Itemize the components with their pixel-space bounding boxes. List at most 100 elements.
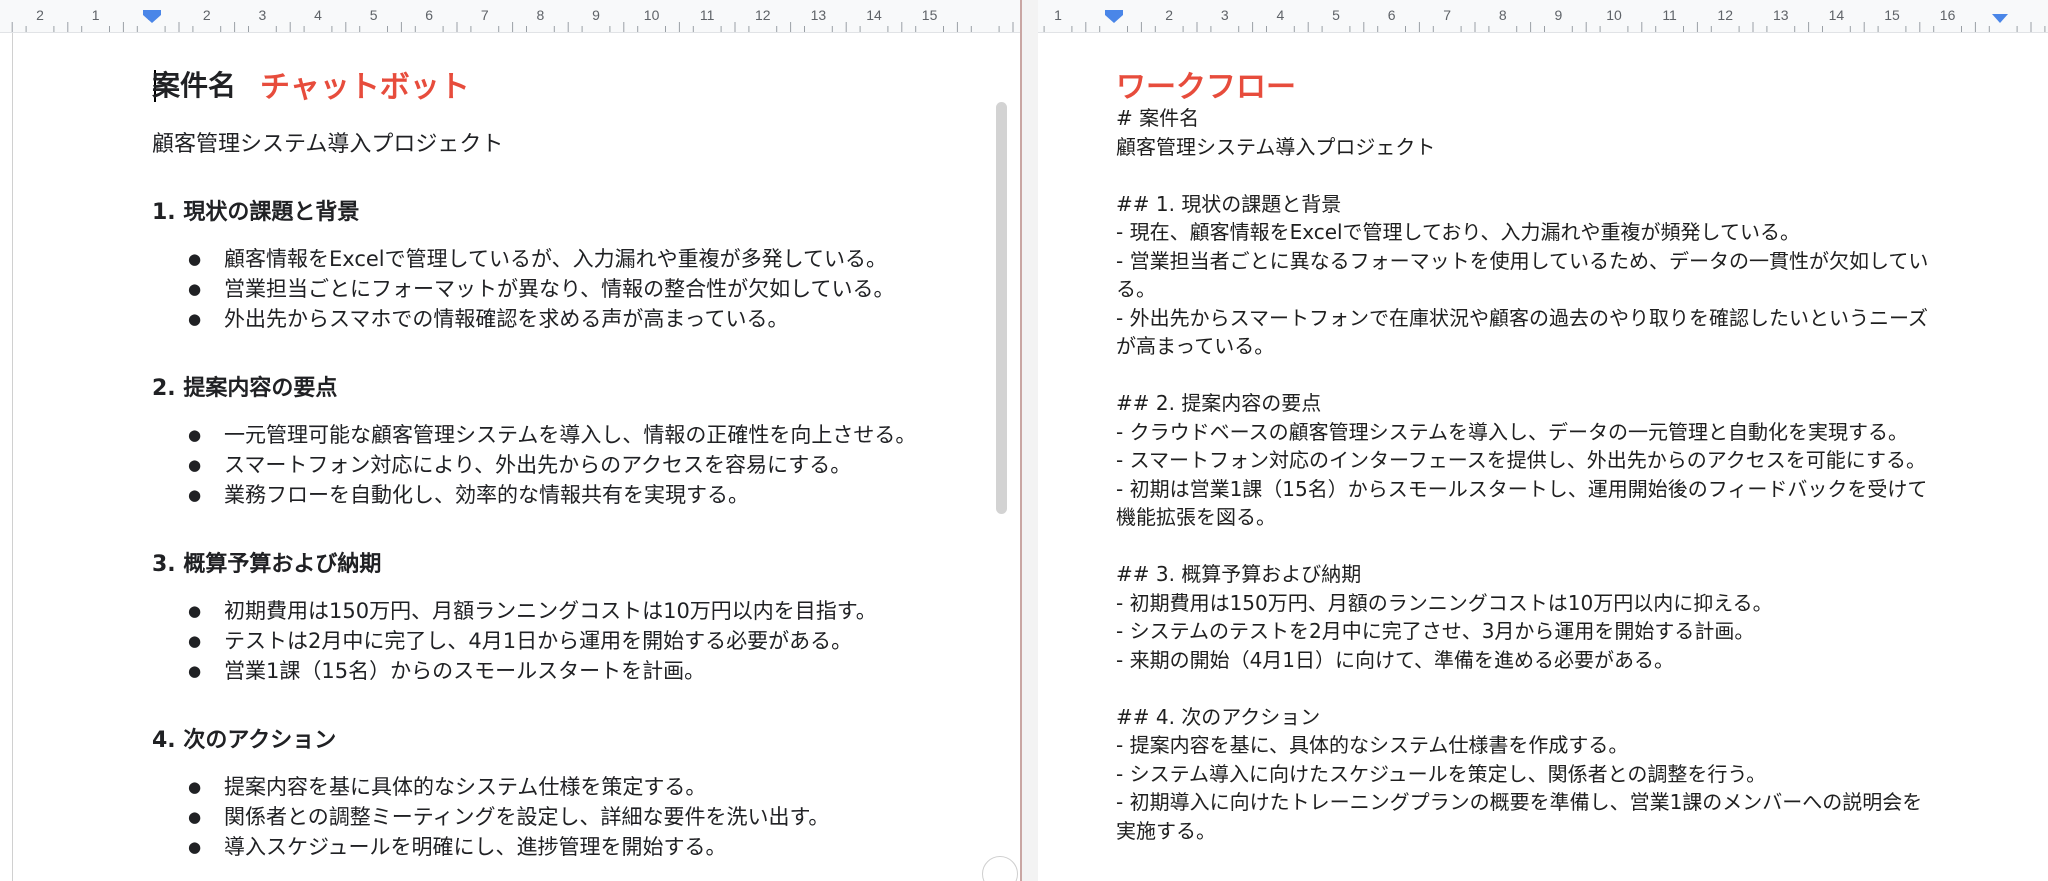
ruler-label: 2: [36, 7, 44, 23]
workflow-line: - 初期導入に向けたトレーニングプランの概要を準備し、営業1課のメンバーへの説明…: [1116, 790, 1923, 814]
ruler-label: 7: [481, 7, 489, 23]
ruler-label: 9: [592, 7, 600, 23]
ruler-label: 3: [259, 7, 267, 23]
workflow-title: ワークフロー: [1116, 70, 1296, 105]
ruler-label: 2: [1165, 7, 1173, 23]
ruler-label: 1: [92, 7, 100, 23]
workflow-line: - 来期の開始（4月1日）に向けて、準備を進める必要がある。: [1116, 647, 1675, 672]
workflow-line: [1116, 161, 1996, 190]
bullet-item: スマートフォン対応により、外出先からのアクセスを容易にする。: [152, 450, 972, 480]
section-2: 2. 提案内容の要点一元管理可能な顧客管理システムを導入し、情報の正確性を向上さ…: [152, 370, 972, 510]
section-heading: 2. 提案内容の要点: [152, 376, 338, 401]
ruler-label: 16: [1940, 7, 1956, 23]
left-document-pane: 21123456789101112131415 案件名 チャットボット 顧客管理…: [0, 0, 1020, 881]
workflow-line: 顧客管理システム導入プロジェクト: [1116, 134, 1436, 159]
indent-marker-icon: [143, 10, 161, 23]
workflow-line: - スマートフォン対応のインターフェースを提供し、外出先からのアクセスを可能にす…: [1116, 448, 1926, 472]
ruler-label: 10: [644, 7, 660, 23]
chatbot-label: チャットボット: [260, 70, 470, 105]
scroll-corner-button[interactable]: [982, 856, 1018, 881]
ruler-label: 8: [537, 7, 545, 23]
left-ruler-scale: 21123456789101112131415: [11, 7, 1014, 32]
workflow-line: ## 3. 概算予算および納期: [1116, 562, 1362, 586]
doc-title: 案件名: [152, 69, 237, 102]
ruler-label: 3: [1221, 7, 1229, 23]
section-4: 4. 次のアクション提案内容を基に具体的なシステム仕様を策定する。関係者との調整…: [152, 722, 972, 862]
ruler-label: 1: [1054, 7, 1062, 23]
workflow-line: - 現在、顧客情報をExcelで管理しており、入力漏れや重複が頻発している。: [1116, 220, 1800, 244]
workflow-line: が高まっている。: [1116, 334, 1275, 358]
bullet-list: 初期費用は150万円、月額ランニングコストは10万円以内を目指す。テストは2月中…: [152, 596, 972, 686]
ruler-label: 14: [866, 7, 882, 23]
ruler-label: 5: [1332, 7, 1340, 23]
bullet-list: 提案内容を基に具体的なシステム仕様を策定する。関係者との調整ミーティングを設定し…: [152, 772, 972, 862]
section-3: 3. 概算予算および納期初期費用は150万円、月額ランニングコストは10万円以内…: [152, 546, 972, 686]
workflow-line: ## 1. 現状の課題と背景: [1116, 191, 1342, 216]
workflow-line: - 外出先からスマートフォンで在庫状況や顧客の過去のやり取りを確認したいというニ…: [1116, 305, 1928, 330]
bullet-item: 初期費用は150万円、月額ランニングコストは10万円以内を目指す。: [152, 596, 972, 626]
ruler-label: 13: [811, 7, 827, 23]
scrollbar-thumb[interactable]: [996, 102, 1007, 514]
ruler-label: 13: [1773, 7, 1789, 23]
workflow-line: - 営業担当者ごとに異なるフォーマットを使用しているため、データの一貫性が欠如し…: [1116, 248, 1929, 273]
ruler-label: 8: [1499, 7, 1507, 23]
workflow-line: - システムのテストを2月中に完了させ、3月から運用を開始する計画。: [1116, 619, 1755, 643]
section-heading: 3. 概算予算および納期: [152, 552, 382, 577]
ruler-label: 9: [1555, 7, 1563, 23]
bullet-list: 一元管理可能な顧客管理システムを導入し、情報の正確性を向上させる。スマートフォン…: [152, 420, 972, 510]
right-indent-marker-icon: [1992, 14, 2008, 23]
ruler-label: 15: [922, 7, 938, 23]
ruler-label: 11: [700, 7, 715, 23]
workflow-line: ## 2. 提案内容の要点: [1116, 391, 1322, 415]
bullet-item: 営業担当ごとにフォーマットが異なり、情報の整合性が欠如している。: [152, 274, 972, 304]
section-heading: 4. 次のアクション: [152, 728, 337, 753]
ruler-label: 6: [425, 7, 433, 23]
workflow-body[interactable]: # 案件名顧客管理システム導入プロジェクト ## 1. 現状の課題と背景 - 現在、…: [1116, 104, 1996, 845]
workflow-line: - 初期は営業1課（15名）からスモールスタートし、運用開始後のフィードバックを…: [1116, 476, 1928, 501]
workflow-line: [1116, 361, 1996, 390]
bullet-item: 業務フローを自動化し、効率的な情報共有を実現する。: [152, 480, 972, 510]
project-name: 顧客管理システム導入プロジェクト: [152, 132, 504, 157]
ruler-label: 4: [314, 7, 322, 23]
bullet-item: 一元管理可能な顧客管理システムを導入し、情報の正確性を向上させる。: [152, 420, 972, 450]
bullet-item: 提案内容を基に具体的なシステム仕様を策定する。: [152, 772, 972, 802]
right-ruler-scale: 112345678910111213141516: [1043, 7, 2046, 32]
ruler-label: 6: [1388, 7, 1396, 23]
ruler-label: 7: [1443, 7, 1451, 23]
bullet-item: 関係者との調整ミーティングを設定し、詳細な要件を洗い出す。: [152, 802, 972, 832]
ruler-label: 11: [1662, 7, 1677, 23]
ruler-label: 2: [203, 7, 211, 23]
workflow-line: [1116, 674, 1996, 703]
pane-gap: [1022, 0, 1038, 881]
bullet-item: 営業1課（15名）からのスモールスタートを計画。: [152, 656, 972, 686]
sections-container: 1. 現状の課題と背景顧客情報をExcelで管理しているが、入力漏れや重複が多発…: [152, 194, 972, 862]
workflow-line: - クラウドベースの顧客管理システムを導入し、データの一元管理と自動化を実現する…: [1116, 419, 1908, 444]
ruler-label: 10: [1606, 7, 1622, 23]
ruler-label: 14: [1829, 7, 1845, 23]
bullet-item: 外出先からスマホでの情報確認を求める声が高まっている。: [152, 304, 972, 334]
workflow-line: 機能拡張を図る。: [1116, 505, 1276, 529]
bullet-item: テストは2月中に完了し、4月1日から運用を開始する必要がある。: [152, 626, 972, 656]
ruler-label: 12: [1717, 7, 1733, 23]
workflow-line: [1116, 532, 1996, 561]
page-edge: [12, 33, 13, 881]
left-document[interactable]: 案件名 チャットボット 顧客管理システム導入プロジェクト 1. 現状の課題と背景…: [152, 64, 972, 862]
ruler-label: 4: [1277, 7, 1285, 23]
workflow-line: る。: [1116, 277, 1156, 301]
workflow-line: # 案件名: [1116, 106, 1200, 130]
workflow-line: - 提案内容を基に、具体的なシステム仕様書を作成する。: [1116, 733, 1629, 757]
left-ruler[interactable]: 21123456789101112131415: [0, 0, 1020, 33]
bullet-list: 顧客情報をExcelで管理しているが、入力漏れや重複が多発している。営業担当ごと…: [152, 244, 972, 334]
right-ruler[interactable]: 112345678910111213141516: [1038, 0, 2048, 33]
ruler-label: 12: [755, 7, 771, 23]
ruler-label: 15: [1884, 7, 1900, 23]
bullet-item: 導入スケジュールを明確にし、進捗管理を開始する。: [152, 832, 972, 862]
workflow-line: - 初期費用は150万円、月額のランニングコストは10万円以内に抑える。: [1116, 590, 1773, 615]
section-heading: 1. 現状の課題と背景: [152, 200, 360, 225]
section-1: 1. 現状の課題と背景顧客情報をExcelで管理しているが、入力漏れや重複が多発…: [152, 194, 972, 334]
bullet-item: 顧客情報をExcelで管理しているが、入力漏れや重複が多発している。: [152, 244, 972, 274]
indent-marker-icon: [1105, 10, 1123, 23]
ruler-label: 5: [370, 7, 378, 23]
workflow-line: - システム導入に向けたスケジュールを策定し、関係者との調整を行う。: [1116, 761, 1767, 786]
workflow-line: 実施する。: [1116, 818, 1216, 843]
